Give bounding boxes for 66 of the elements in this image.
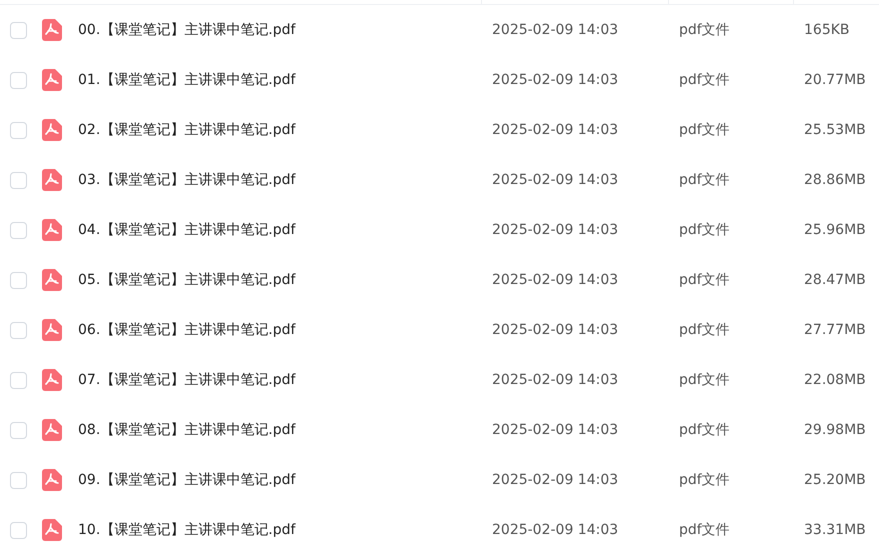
modified-date: 2025-02-09 14:03 (492, 322, 618, 338)
file-size: 28.86MB (804, 172, 866, 188)
checkbox[interactable] (10, 272, 27, 288)
pdf-file-icon (42, 19, 62, 41)
modified-date: 2025-02-09 14:03 (492, 372, 618, 388)
file-size: 25.20MB (804, 472, 866, 488)
file-type: pdf文件 (679, 72, 730, 88)
pdf-file-icon (42, 419, 62, 441)
file-name[interactable]: 01.【课堂笔记】主讲课中笔记.pdf (78, 70, 296, 90)
checkbox[interactable] (10, 322, 27, 338)
modified-date: 2025-02-09 14:03 (492, 122, 618, 138)
file-size: 22.08MB (804, 372, 866, 388)
pdf-file-icon (42, 319, 62, 341)
pdf-file-icon (42, 469, 62, 491)
file-name[interactable]: 06.【课堂笔记】主讲课中笔记.pdf (78, 320, 296, 340)
file-size: 33.31MB (804, 522, 866, 538)
file-type: pdf文件 (679, 122, 730, 138)
file-type: pdf文件 (679, 222, 730, 238)
file-name[interactable]: 04.【课堂笔记】主讲课中笔记.pdf (78, 220, 296, 240)
file-size: 165KB (804, 22, 850, 38)
file-type: pdf文件 (679, 522, 730, 538)
file-type: pdf文件 (679, 22, 730, 38)
file-name[interactable]: 05.【课堂笔记】主讲课中笔记.pdf (78, 270, 296, 290)
file-type: pdf文件 (679, 272, 730, 288)
file-size: 20.77MB (804, 72, 866, 88)
modified-date: 2025-02-09 14:03 (492, 172, 618, 188)
pdf-file-icon (42, 119, 62, 141)
modified-date: 2025-02-09 14:03 (492, 422, 618, 438)
file-type: pdf文件 (679, 472, 730, 488)
pdf-file-icon (42, 219, 62, 241)
modified-date: 2025-02-09 14:03 (492, 72, 618, 88)
modified-date: 2025-02-09 14:03 (492, 472, 618, 488)
file-name[interactable]: 10.【课堂笔记】主讲课中笔记.pdf (78, 520, 296, 540)
modified-date: 2025-02-09 14:03 (492, 272, 618, 288)
file-type: pdf文件 (679, 372, 730, 388)
file-size: 25.96MB (804, 222, 866, 238)
file-size: 28.47MB (804, 272, 866, 288)
file-name[interactable]: 08.【课堂笔记】主讲课中笔记.pdf (78, 420, 296, 440)
checkbox[interactable] (10, 422, 27, 438)
file-size: 29.98MB (804, 422, 866, 438)
checkbox[interactable] (10, 372, 27, 388)
file-size: 25.53MB (804, 122, 866, 138)
pdf-file-icon (42, 519, 62, 541)
file-name[interactable]: 00.【课堂笔记】主讲课中笔记.pdf (78, 20, 296, 40)
file-type: pdf文件 (679, 422, 730, 438)
pdf-file-icon (42, 69, 62, 91)
checkbox[interactable] (10, 222, 27, 238)
checkbox[interactable] (10, 122, 27, 138)
pdf-file-icon (42, 369, 62, 391)
pdf-file-icon (42, 269, 62, 291)
checkbox[interactable] (10, 22, 27, 38)
file-name[interactable]: 07.【课堂笔记】主讲课中笔记.pdf (78, 370, 296, 390)
file-type: pdf文件 (679, 172, 730, 188)
file-type: pdf文件 (679, 322, 730, 338)
file-name[interactable]: 09.【课堂笔记】主讲课中笔记.pdf (78, 470, 296, 490)
checkbox[interactable] (10, 172, 27, 188)
file-size: 27.77MB (804, 322, 866, 338)
checkbox[interactable] (10, 72, 27, 88)
pdf-file-icon (42, 169, 62, 191)
checkbox[interactable] (10, 472, 27, 488)
file-name[interactable]: 03.【课堂笔记】主讲课中笔记.pdf (78, 170, 296, 190)
checkbox[interactable] (10, 522, 27, 538)
modified-date: 2025-02-09 14:03 (492, 522, 618, 538)
modified-date: 2025-02-09 14:03 (492, 22, 618, 38)
file-name[interactable]: 02.【课堂笔记】主讲课中笔记.pdf (78, 120, 296, 140)
modified-date: 2025-02-09 14:03 (492, 222, 618, 238)
